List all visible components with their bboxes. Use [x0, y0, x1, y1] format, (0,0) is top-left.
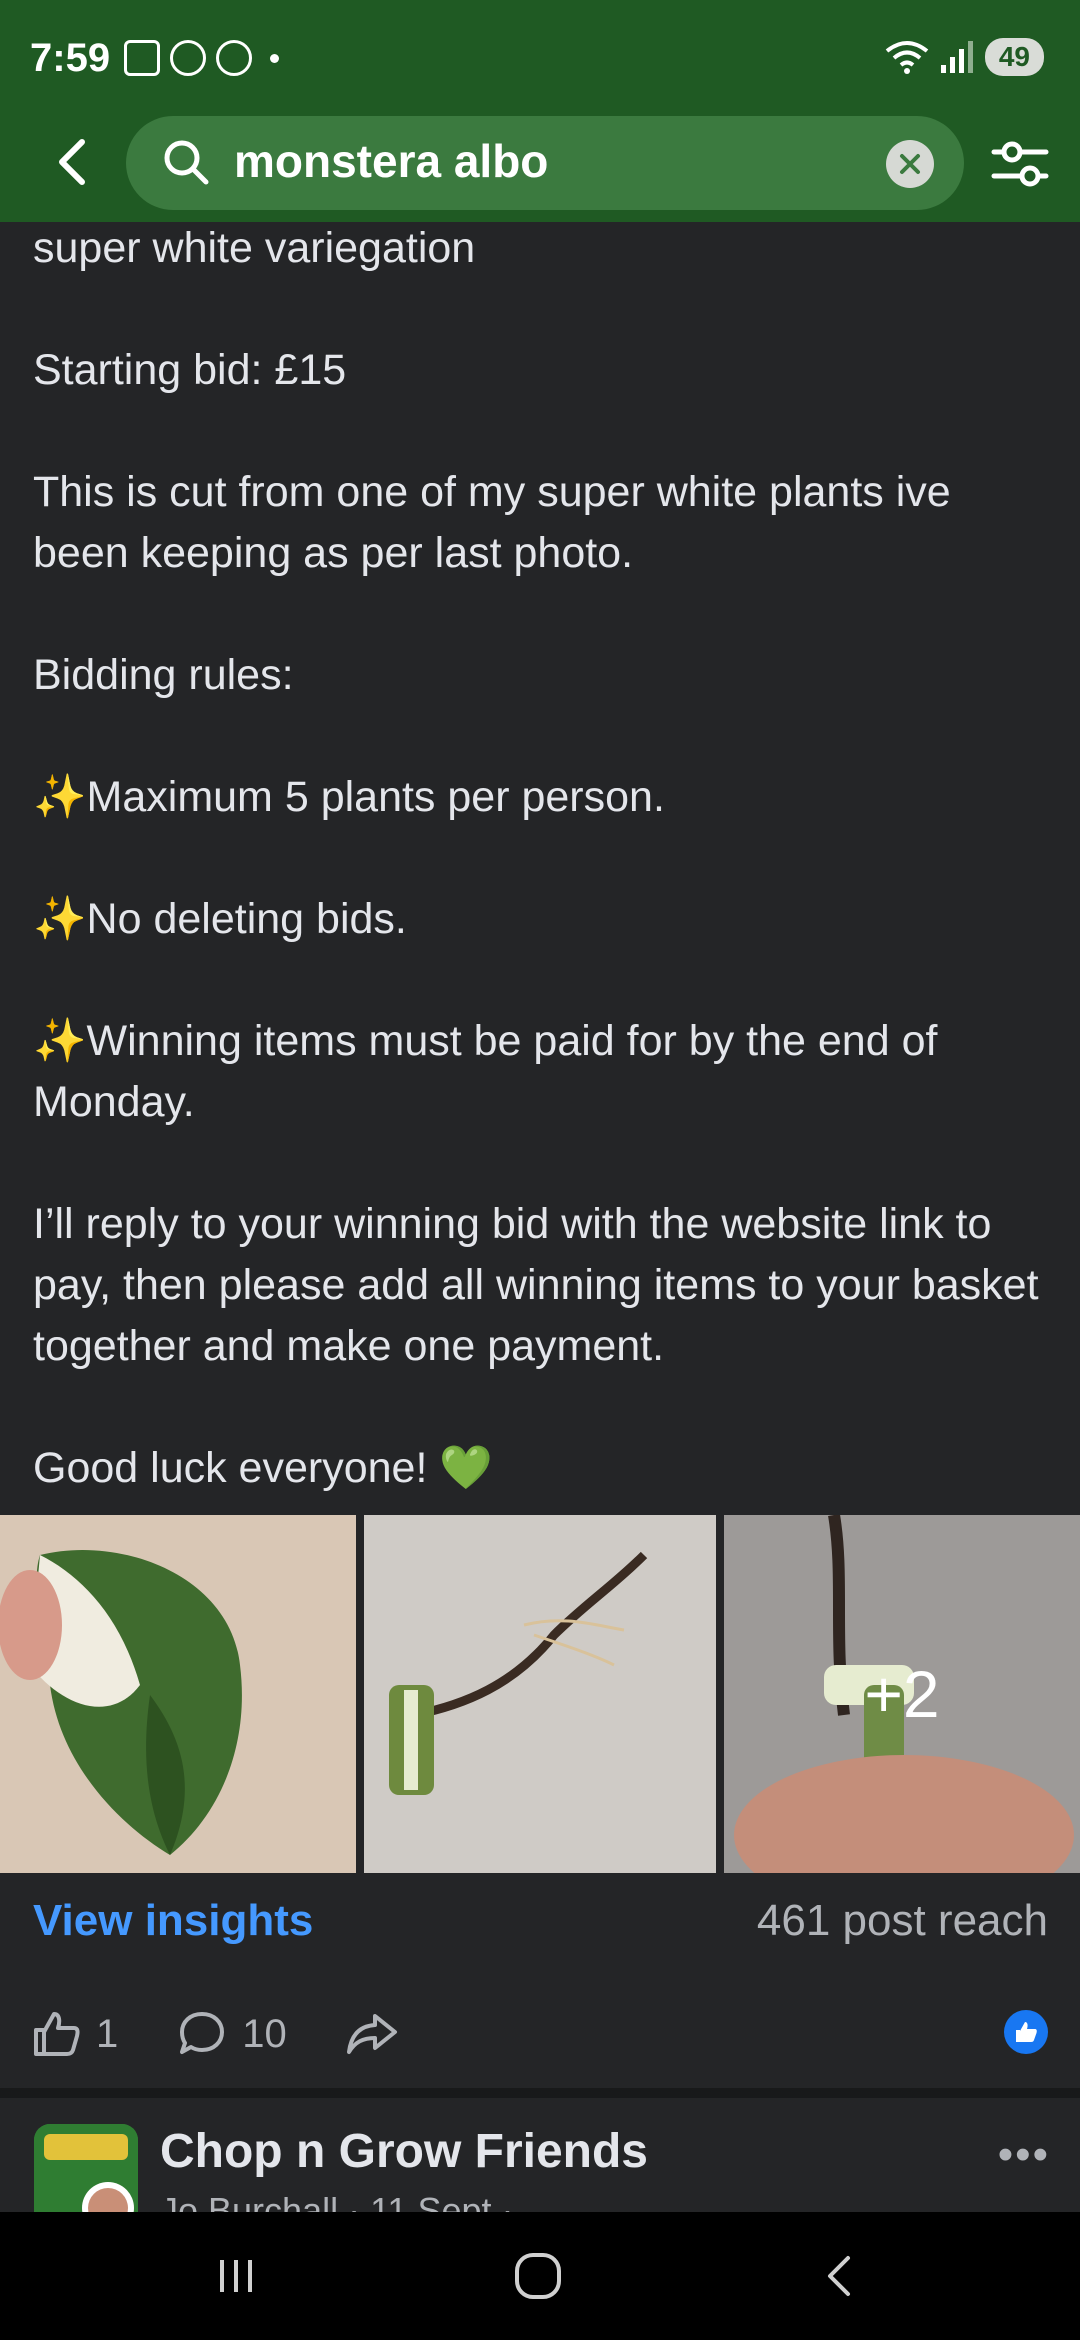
comment-icon — [180, 2012, 225, 2054]
group-name[interactable]: Chop n Grow Friends — [160, 2124, 648, 2179]
search-input[interactable]: monstera albo — [126, 116, 964, 210]
chatgpt-icon — [216, 40, 252, 76]
like-count: 1 — [96, 2011, 119, 2056]
post-reach: 461 post reach — [756, 1896, 1048, 1945]
threads-icon — [170, 40, 206, 76]
signal-icon — [940, 41, 973, 73]
share-icon — [346, 2014, 397, 2054]
post-text-line: super white variegation — [33, 224, 476, 272]
screenshot-icon — [124, 40, 160, 76]
more-photos-count: +2 — [864, 1657, 940, 1731]
system-icons: 49 — [885, 38, 1044, 76]
search-query: monstera albo — [234, 135, 549, 187]
thumbs-up-icon — [34, 2012, 80, 2056]
back-chevron-icon — [828, 2256, 850, 2296]
post-text-line: Good luck everyone! 💚 — [33, 1444, 493, 1492]
stem-cutting-image — [364, 1515, 716, 1873]
back-arrow-icon — [59, 139, 85, 185]
back-button[interactable] — [44, 132, 104, 192]
post-text-line: Starting bid: £15 — [33, 346, 347, 394]
share-button[interactable] — [345, 2008, 401, 2060]
more-options-button[interactable]: ••• — [998, 2130, 1050, 2180]
more-notifications-dot — [270, 53, 279, 63]
wifi-icon — [885, 41, 929, 74]
app-header: 7:59 49 monstera albo — [0, 0, 1080, 222]
comment-button[interactable]: 10 — [176, 2008, 287, 2060]
photo-2[interactable] — [364, 1515, 716, 1873]
back-nav-button[interactable] — [810, 2246, 870, 2306]
post-text-line: ✨Winning items must be paid for by the e… — [33, 1017, 938, 1126]
post-text-line: This is cut from one of my super white p… — [33, 468, 951, 577]
status-bar: 7:59 49 — [0, 0, 1080, 115]
post-text-line: ✨No deleting bids. — [33, 895, 407, 943]
system-navigation-bar — [0, 2212, 1080, 2340]
recents-icon — [220, 2260, 252, 2292]
status-time: 7:59 — [30, 36, 111, 80]
recents-button[interactable] — [206, 2246, 266, 2306]
photo-grid: +2 — [0, 1515, 1080, 1873]
close-icon — [900, 154, 920, 174]
notification-icons — [124, 40, 279, 76]
post-text-line: Bidding rules: — [33, 651, 294, 699]
post-text-line: I’ll reply to your winning bid with the … — [33, 1200, 1039, 1370]
battery-indicator: 49 — [984, 38, 1044, 76]
like-reaction-icon — [1004, 2010, 1048, 2054]
photo-1[interactable] — [0, 1515, 356, 1873]
search-icon — [164, 140, 209, 185]
monstera-leaf-image — [0, 1515, 356, 1873]
feed-divider — [0, 2088, 1080, 2098]
clear-search-button[interactable] — [886, 140, 934, 188]
view-insights-link[interactable]: View insights — [33, 1896, 313, 1946]
photo-3[interactable]: +2 — [724, 1515, 1080, 1873]
home-icon — [515, 2253, 561, 2299]
comment-count: 10 — [242, 2011, 287, 2056]
post-actions: 1 10 — [30, 2006, 459, 2062]
filter-button[interactable] — [990, 136, 1050, 192]
like-button[interactable]: 1 — [30, 2008, 118, 2060]
post-text-line: ✨Maximum 5 plants per person. — [33, 773, 665, 821]
filter-sliders-icon — [991, 141, 1049, 187]
home-button[interactable] — [508, 2246, 568, 2306]
